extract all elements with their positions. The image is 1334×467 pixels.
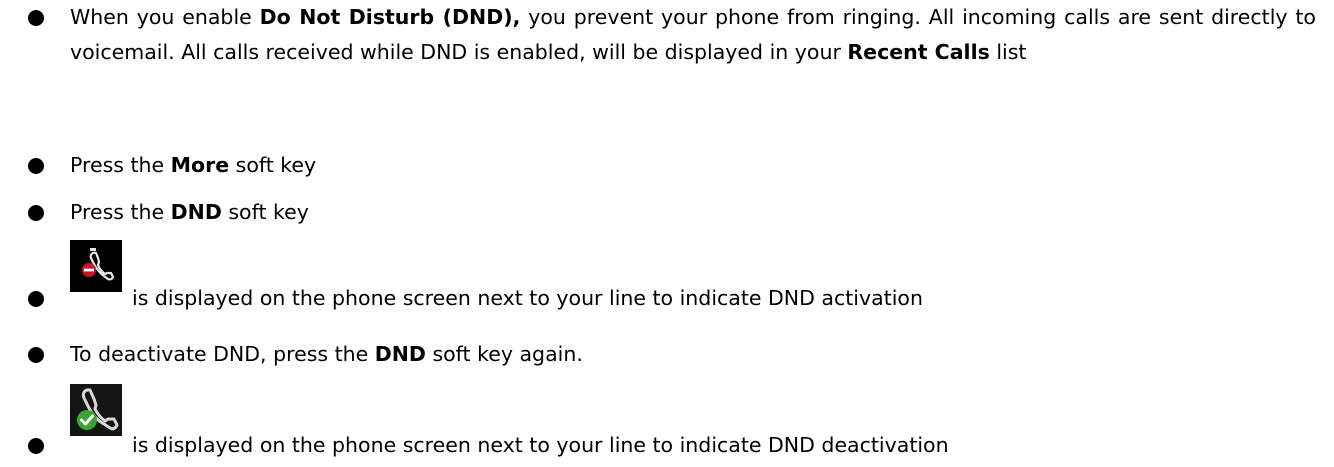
bold-term-dnd: DND — [170, 200, 222, 224]
bullet-icon — [28, 205, 44, 221]
list-item-text: When you enable Do Not Disturb (DND), yo… — [70, 0, 1316, 70]
list-item-text: To deactivate DND, press the DND soft ke… — [70, 337, 1316, 372]
bullet-icon — [28, 158, 44, 174]
text-segment: soft key — [221, 200, 309, 224]
bullet-icon — [28, 347, 44, 363]
phone-dnd-active-icon — [70, 240, 122, 292]
bullet-icon — [28, 10, 44, 26]
bullet-icon — [28, 438, 44, 454]
text-segment: Press the — [70, 153, 171, 177]
text-segment: list — [989, 40, 1027, 64]
text-segment: When you enable — [70, 5, 260, 29]
dnd-instructions-document: When you enable Do Not Disturb (DND), yo… — [0, 0, 1334, 467]
bold-term-recent-calls: Recent Calls — [847, 40, 990, 64]
phone-dnd-inactive-icon — [70, 384, 122, 436]
list-item-text: Press the More soft key — [70, 148, 1316, 183]
text-segment: Press the — [70, 200, 171, 224]
bold-term-dnd: DND — [374, 342, 426, 366]
list-item-text: Press the DND soft key — [70, 195, 1316, 230]
bold-term-more: More — [170, 153, 230, 177]
list-item-text: is displayed on the phone screen next to… — [132, 286, 923, 310]
text-segment: soft key — [229, 153, 317, 177]
bullet-icon — [28, 291, 44, 307]
list-item-text: is displayed on the phone screen next to… — [132, 433, 949, 457]
text-segment: To deactivate DND, press the — [70, 342, 375, 366]
text-segment: soft key again. — [425, 342, 583, 366]
bold-term-dnd: Do Not Disturb (DND), — [259, 5, 521, 29]
